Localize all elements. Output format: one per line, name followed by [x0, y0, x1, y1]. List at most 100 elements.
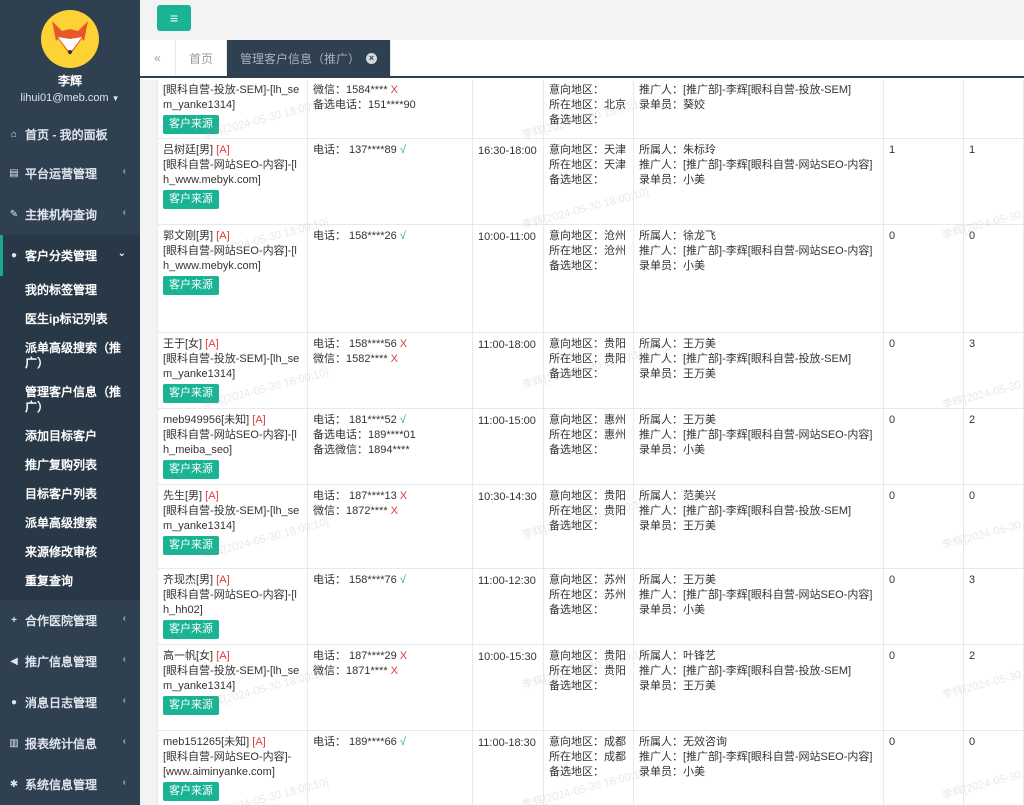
table-row: meb949956[未知] [A] [眼科自营-网站SEO-内容]-[lh_mei… — [157, 408, 1024, 485]
promoter-label: 推广人： — [639, 665, 683, 677]
nav-org-label: 主推机构查询 — [25, 208, 98, 222]
location-label: 所在地区： — [549, 505, 604, 517]
contact-line: 备选微信：1894**** — [313, 443, 467, 458]
table-cell: 意向地区：成都 所在地区：成都 备选地区： — [543, 730, 634, 805]
invalid-mark-icon: X — [390, 84, 398, 96]
table-row: 高一帆[女] [A] [眼科自营-投放-SEM]-[lh_sem_yanke131… — [157, 644, 1024, 731]
customer-source-button[interactable]: 客户来源 — [163, 460, 219, 479]
tab-home[interactable]: 首页 — [176, 40, 228, 76]
alt-region: 备选地区： — [549, 519, 628, 534]
alt-label: 备选地区： — [549, 444, 604, 456]
tab-manage-customers[interactable]: 管理客户信息（推广） × — [227, 40, 392, 76]
nav-org[interactable]: ✎ 主推机构查询 ‹ — [0, 194, 140, 235]
recorder-value: 小美 — [683, 766, 705, 778]
owner: 所属人：王万美 — [639, 337, 878, 352]
submenu-target-list[interactable]: 目标客户列表 — [0, 480, 140, 509]
owner: 所属人：徐龙飞 — [639, 229, 878, 244]
nav-customer[interactable]: ● 客户分类管理 ⌄ — [0, 235, 140, 276]
customer-source-button[interactable]: 客户来源 — [163, 384, 219, 403]
customer-name[interactable]: meb151265[未知] — [163, 736, 249, 748]
customer-name[interactable]: 王于[女] — [163, 338, 202, 350]
owner-label: 所属人： — [639, 650, 683, 662]
promoter-label: 推广人： — [639, 159, 683, 171]
sidebar: 李辉 lihui01@meb.com ▼ ⌂ 首页 - 我的面板 ▤ 平台运营管理 ‹… — [0, 0, 140, 805]
contact-text: 备选电话：151****90 — [313, 99, 416, 111]
customer-source-button[interactable]: 客户来源 — [163, 782, 219, 801]
recorder-label: 录单员： — [639, 444, 683, 456]
intent-label: 意向地区： — [549, 490, 604, 502]
location-region: 所在地区：北京 — [549, 98, 628, 113]
owner-label: 所属人： — [639, 144, 683, 156]
submenu-advanced-search-promo[interactable]: 派单高级搜索（推广） — [0, 334, 140, 378]
nav-msglog-label: 消息日志管理 — [25, 696, 98, 710]
nav-home[interactable]: ⌂ 首页 - 我的面板 — [0, 115, 140, 153]
contact-text: 电话： 187****13 — [313, 490, 397, 502]
menu-toggle-button[interactable]: ≡ — [157, 5, 191, 31]
table-cell: 电话： 137****89 √ — [307, 138, 473, 225]
table-cell: 推广人：[推广部]-李辉[眼科自营-投放-SEM] 录单员：葵姣 — [633, 80, 884, 139]
nav-hospital[interactable]: + 合作医院管理 ‹ — [0, 600, 140, 641]
customer-source-button[interactable]: 客户来源 — [163, 276, 219, 295]
alt-region: 备选地区： — [549, 679, 628, 694]
owner-value: 叶锋艺 — [683, 650, 716, 662]
submenu-advanced-search[interactable]: 派单高级搜索 — [0, 509, 140, 538]
nav-report[interactable]: ▥ 报表统计信息 ‹ — [0, 723, 140, 764]
customer-source-button[interactable]: 客户来源 — [163, 620, 219, 639]
count-a: 0 — [889, 338, 896, 350]
visit-time: 11:00-12:30 — [478, 575, 536, 587]
promoter-label: 推广人： — [639, 245, 683, 257]
nav-platform[interactable]: ▤ 平台运营管理 ‹ — [0, 153, 140, 194]
tab-scroll-left-button[interactable]: « — [140, 40, 176, 76]
recorder: 录单员：小美 — [639, 173, 878, 188]
customer-source: [眼科自营-投放-SEM]-[lh_sem_yanke1314] — [163, 84, 300, 111]
location-value: 贵阳 — [604, 353, 626, 365]
recorder-value: 王万美 — [683, 520, 716, 532]
submenu-doctor-ip[interactable]: 医生ip标记列表 — [0, 305, 140, 334]
customer-name[interactable]: 齐现杰[男] — [163, 574, 213, 586]
customer-source-button[interactable]: 客户来源 — [163, 536, 219, 555]
count-b: 0 — [969, 230, 976, 242]
customer-source-button[interactable]: 客户来源 — [163, 190, 219, 209]
visit-time: 10:00-15:30 — [478, 651, 537, 663]
avatar[interactable] — [41, 10, 99, 68]
submenu-manage-customers-promo[interactable]: 管理客户信息（推广） — [0, 378, 140, 422]
nav-system[interactable]: ✱ 系统信息管理 ‹ — [0, 764, 140, 805]
submenu-duplicate[interactable]: 重复查询 — [0, 567, 140, 596]
customer-name[interactable]: 郭文刚[男] — [163, 230, 213, 242]
customer-name[interactable]: 先生[男] — [163, 490, 202, 502]
customer-name[interactable]: meb949956[未知] — [163, 414, 249, 426]
customer-source: [眼科自营-投放-SEM]-[lh_sem_yanke1314] — [163, 353, 300, 380]
nav-promo[interactable]: ◀ 推广信息管理 ‹ — [0, 641, 140, 682]
submenu-add-target[interactable]: 添加目标客户 — [0, 422, 140, 451]
table-cell: 电话： 158****26 √ — [307, 224, 473, 333]
table-cell: 11:00-18:00 — [472, 332, 544, 409]
location-region: 所在地区：贵阳 — [549, 352, 628, 367]
nav-msglog[interactable]: ● 消息日志管理 ‹ — [0, 682, 140, 723]
submenu-source-review[interactable]: 来源修改审核 — [0, 538, 140, 567]
recorder: 录单员：王万美 — [639, 367, 878, 382]
table-cell — [963, 80, 1024, 139]
gavel-icon: ✎ — [9, 209, 19, 220]
promoter: 推广人：[推广部]-李辉[眼科自营-投放-SEM] — [639, 352, 878, 367]
owner: 所属人：无效咨询 — [639, 735, 878, 750]
recorder-value: 小美 — [683, 174, 705, 186]
promoter: 推广人：[推广部]-李辉[眼科自营-网站SEO-内容] — [639, 588, 878, 603]
table-cell — [472, 80, 544, 139]
submenu-my-tags[interactable]: 我的标签管理 — [0, 276, 140, 305]
customer-name[interactable]: 吕树廷[男] — [163, 144, 213, 156]
table-cell: 电话： 187****29 X 微信：1871**** X — [307, 644, 473, 731]
submenu-repurchase[interactable]: 推广复购列表 — [0, 451, 140, 480]
customer-source-button[interactable]: 客户来源 — [163, 696, 219, 715]
intent-label: 意向地区： — [549, 144, 604, 156]
recorder-value: 王万美 — [683, 680, 716, 692]
customer-name[interactable]: 高一帆[女] — [163, 650, 213, 662]
alt-label: 备选地区： — [549, 520, 604, 532]
chevron-left-icon: ‹ — [122, 736, 126, 747]
close-icon[interactable]: × — [366, 52, 378, 64]
intent-value: 贵阳 — [604, 490, 626, 502]
count-b: 3 — [969, 574, 976, 586]
customer-source-button[interactable]: 客户来源 — [163, 115, 219, 134]
valid-mark-icon: √ — [399, 736, 406, 748]
recorder-value: 小美 — [683, 444, 705, 456]
user-email-dropdown[interactable]: lihui01@meb.com ▼ — [0, 92, 140, 104]
